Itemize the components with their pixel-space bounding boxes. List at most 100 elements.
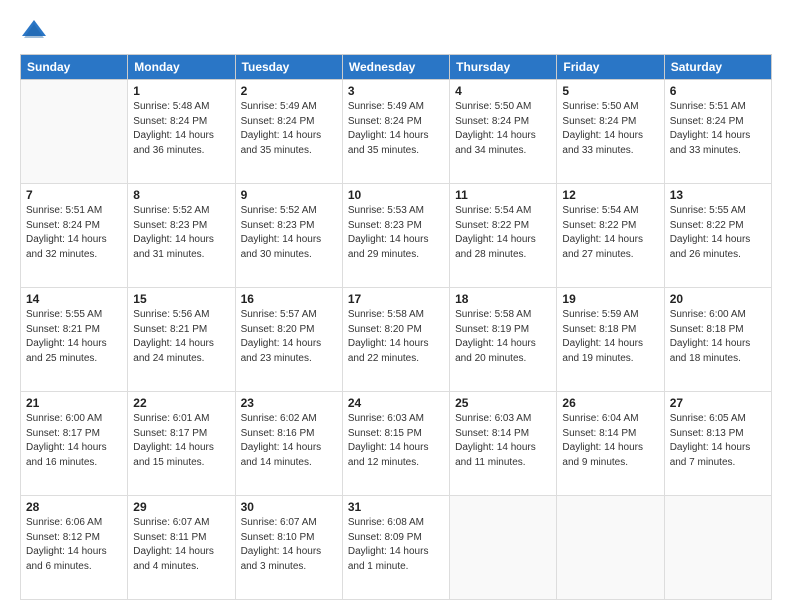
calendar-cell: 17 Sunrise: 5:58 AM Sunset: 8:20 PM Dayl…	[342, 288, 449, 392]
calendar-cell: 27 Sunrise: 6:05 AM Sunset: 8:13 PM Dayl…	[664, 392, 771, 496]
calendar-cell: 24 Sunrise: 6:03 AM Sunset: 8:15 PM Dayl…	[342, 392, 449, 496]
day-info: Sunrise: 5:50 AM Sunset: 8:24 PM Dayligh…	[455, 100, 551, 158]
day-info: Sunrise: 6:08 AM Sunset: 8:09 PM Dayligh…	[348, 516, 444, 574]
week-row-3: 14 Sunrise: 5:55 AM Sunset: 8:21 PM Dayl…	[21, 288, 772, 392]
calendar-cell: 19 Sunrise: 5:59 AM Sunset: 8:18 PM Dayl…	[557, 288, 664, 392]
calendar-cell: 31 Sunrise: 6:08 AM Sunset: 8:09 PM Dayl…	[342, 496, 449, 600]
calendar-cell: 3 Sunrise: 5:49 AM Sunset: 8:24 PM Dayli…	[342, 80, 449, 184]
calendar-cell: 18 Sunrise: 5:58 AM Sunset: 8:19 PM Dayl…	[450, 288, 557, 392]
day-info: Sunrise: 6:03 AM Sunset: 8:14 PM Dayligh…	[455, 412, 551, 470]
day-number: 10	[348, 188, 444, 202]
day-info: Sunrise: 5:57 AM Sunset: 8:20 PM Dayligh…	[241, 308, 337, 366]
calendar-cell: 22 Sunrise: 6:01 AM Sunset: 8:17 PM Dayl…	[128, 392, 235, 496]
calendar-cell: 10 Sunrise: 5:53 AM Sunset: 8:23 PM Dayl…	[342, 184, 449, 288]
calendar-cell: 6 Sunrise: 5:51 AM Sunset: 8:24 PM Dayli…	[664, 80, 771, 184]
day-info: Sunrise: 5:52 AM Sunset: 8:23 PM Dayligh…	[241, 204, 337, 262]
day-number: 30	[241, 500, 337, 514]
day-info: Sunrise: 5:58 AM Sunset: 8:19 PM Dayligh…	[455, 308, 551, 366]
calendar-cell: 15 Sunrise: 5:56 AM Sunset: 8:21 PM Dayl…	[128, 288, 235, 392]
day-info: Sunrise: 6:07 AM Sunset: 8:11 PM Dayligh…	[133, 516, 229, 574]
weekday-header-wednesday: Wednesday	[342, 55, 449, 80]
calendar-cell: 26 Sunrise: 6:04 AM Sunset: 8:14 PM Dayl…	[557, 392, 664, 496]
day-info: Sunrise: 5:56 AM Sunset: 8:21 PM Dayligh…	[133, 308, 229, 366]
day-info: Sunrise: 6:04 AM Sunset: 8:14 PM Dayligh…	[562, 412, 658, 470]
day-info: Sunrise: 5:49 AM Sunset: 8:24 PM Dayligh…	[348, 100, 444, 158]
calendar-cell: 2 Sunrise: 5:49 AM Sunset: 8:24 PM Dayli…	[235, 80, 342, 184]
day-number: 26	[562, 396, 658, 410]
day-number: 28	[26, 500, 122, 514]
calendar-cell: 28 Sunrise: 6:06 AM Sunset: 8:12 PM Dayl…	[21, 496, 128, 600]
day-info: Sunrise: 6:05 AM Sunset: 8:13 PM Dayligh…	[670, 412, 766, 470]
calendar-cell	[450, 496, 557, 600]
day-number: 11	[455, 188, 551, 202]
day-number: 14	[26, 292, 122, 306]
day-number: 22	[133, 396, 229, 410]
calendar-cell: 13 Sunrise: 5:55 AM Sunset: 8:22 PM Dayl…	[664, 184, 771, 288]
weekday-header-tuesday: Tuesday	[235, 55, 342, 80]
day-info: Sunrise: 6:02 AM Sunset: 8:16 PM Dayligh…	[241, 412, 337, 470]
calendar-cell	[21, 80, 128, 184]
calendar-cell	[664, 496, 771, 600]
day-info: Sunrise: 5:51 AM Sunset: 8:24 PM Dayligh…	[26, 204, 122, 262]
logo-icon	[20, 16, 48, 44]
weekday-header-friday: Friday	[557, 55, 664, 80]
day-number: 24	[348, 396, 444, 410]
day-number: 4	[455, 84, 551, 98]
calendar-cell: 12 Sunrise: 5:54 AM Sunset: 8:22 PM Dayl…	[557, 184, 664, 288]
day-info: Sunrise: 5:55 AM Sunset: 8:22 PM Dayligh…	[670, 204, 766, 262]
day-info: Sunrise: 5:50 AM Sunset: 8:24 PM Dayligh…	[562, 100, 658, 158]
weekday-header-row: SundayMondayTuesdayWednesdayThursdayFrid…	[21, 55, 772, 80]
day-number: 15	[133, 292, 229, 306]
day-info: Sunrise: 5:49 AM Sunset: 8:24 PM Dayligh…	[241, 100, 337, 158]
day-number: 5	[562, 84, 658, 98]
calendar-table: SundayMondayTuesdayWednesdayThursdayFrid…	[20, 54, 772, 600]
day-info: Sunrise: 6:03 AM Sunset: 8:15 PM Dayligh…	[348, 412, 444, 470]
calendar-cell: 30 Sunrise: 6:07 AM Sunset: 8:10 PM Dayl…	[235, 496, 342, 600]
day-number: 20	[670, 292, 766, 306]
day-info: Sunrise: 5:55 AM Sunset: 8:21 PM Dayligh…	[26, 308, 122, 366]
header	[20, 16, 772, 44]
day-number: 2	[241, 84, 337, 98]
day-number: 16	[241, 292, 337, 306]
day-number: 18	[455, 292, 551, 306]
day-number: 23	[241, 396, 337, 410]
calendar-cell: 16 Sunrise: 5:57 AM Sunset: 8:20 PM Dayl…	[235, 288, 342, 392]
calendar-cell: 5 Sunrise: 5:50 AM Sunset: 8:24 PM Dayli…	[557, 80, 664, 184]
week-row-1: 1 Sunrise: 5:48 AM Sunset: 8:24 PM Dayli…	[21, 80, 772, 184]
day-info: Sunrise: 6:00 AM Sunset: 8:18 PM Dayligh…	[670, 308, 766, 366]
day-number: 9	[241, 188, 337, 202]
calendar-cell: 21 Sunrise: 6:00 AM Sunset: 8:17 PM Dayl…	[21, 392, 128, 496]
day-number: 31	[348, 500, 444, 514]
day-info: Sunrise: 5:52 AM Sunset: 8:23 PM Dayligh…	[133, 204, 229, 262]
day-info: Sunrise: 5:51 AM Sunset: 8:24 PM Dayligh…	[670, 100, 766, 158]
day-info: Sunrise: 6:06 AM Sunset: 8:12 PM Dayligh…	[26, 516, 122, 574]
week-row-4: 21 Sunrise: 6:00 AM Sunset: 8:17 PM Dayl…	[21, 392, 772, 496]
day-info: Sunrise: 5:59 AM Sunset: 8:18 PM Dayligh…	[562, 308, 658, 366]
day-number: 17	[348, 292, 444, 306]
page: SundayMondayTuesdayWednesdayThursdayFrid…	[0, 0, 792, 612]
week-row-5: 28 Sunrise: 6:06 AM Sunset: 8:12 PM Dayl…	[21, 496, 772, 600]
calendar-cell: 14 Sunrise: 5:55 AM Sunset: 8:21 PM Dayl…	[21, 288, 128, 392]
calendar-cell: 11 Sunrise: 5:54 AM Sunset: 8:22 PM Dayl…	[450, 184, 557, 288]
weekday-header-saturday: Saturday	[664, 55, 771, 80]
day-number: 6	[670, 84, 766, 98]
calendar-cell: 7 Sunrise: 5:51 AM Sunset: 8:24 PM Dayli…	[21, 184, 128, 288]
day-info: Sunrise: 5:58 AM Sunset: 8:20 PM Dayligh…	[348, 308, 444, 366]
calendar-cell: 29 Sunrise: 6:07 AM Sunset: 8:11 PM Dayl…	[128, 496, 235, 600]
calendar-cell: 4 Sunrise: 5:50 AM Sunset: 8:24 PM Dayli…	[450, 80, 557, 184]
calendar-cell: 8 Sunrise: 5:52 AM Sunset: 8:23 PM Dayli…	[128, 184, 235, 288]
calendar-cell: 23 Sunrise: 6:02 AM Sunset: 8:16 PM Dayl…	[235, 392, 342, 496]
calendar-cell: 1 Sunrise: 5:48 AM Sunset: 8:24 PM Dayli…	[128, 80, 235, 184]
calendar-cell: 25 Sunrise: 6:03 AM Sunset: 8:14 PM Dayl…	[450, 392, 557, 496]
logo	[20, 16, 54, 44]
day-number: 27	[670, 396, 766, 410]
calendar-cell	[557, 496, 664, 600]
calendar-cell: 9 Sunrise: 5:52 AM Sunset: 8:23 PM Dayli…	[235, 184, 342, 288]
day-number: 1	[133, 84, 229, 98]
day-number: 13	[670, 188, 766, 202]
week-row-2: 7 Sunrise: 5:51 AM Sunset: 8:24 PM Dayli…	[21, 184, 772, 288]
day-info: Sunrise: 6:07 AM Sunset: 8:10 PM Dayligh…	[241, 516, 337, 574]
day-number: 25	[455, 396, 551, 410]
day-info: Sunrise: 5:54 AM Sunset: 8:22 PM Dayligh…	[562, 204, 658, 262]
day-info: Sunrise: 6:00 AM Sunset: 8:17 PM Dayligh…	[26, 412, 122, 470]
